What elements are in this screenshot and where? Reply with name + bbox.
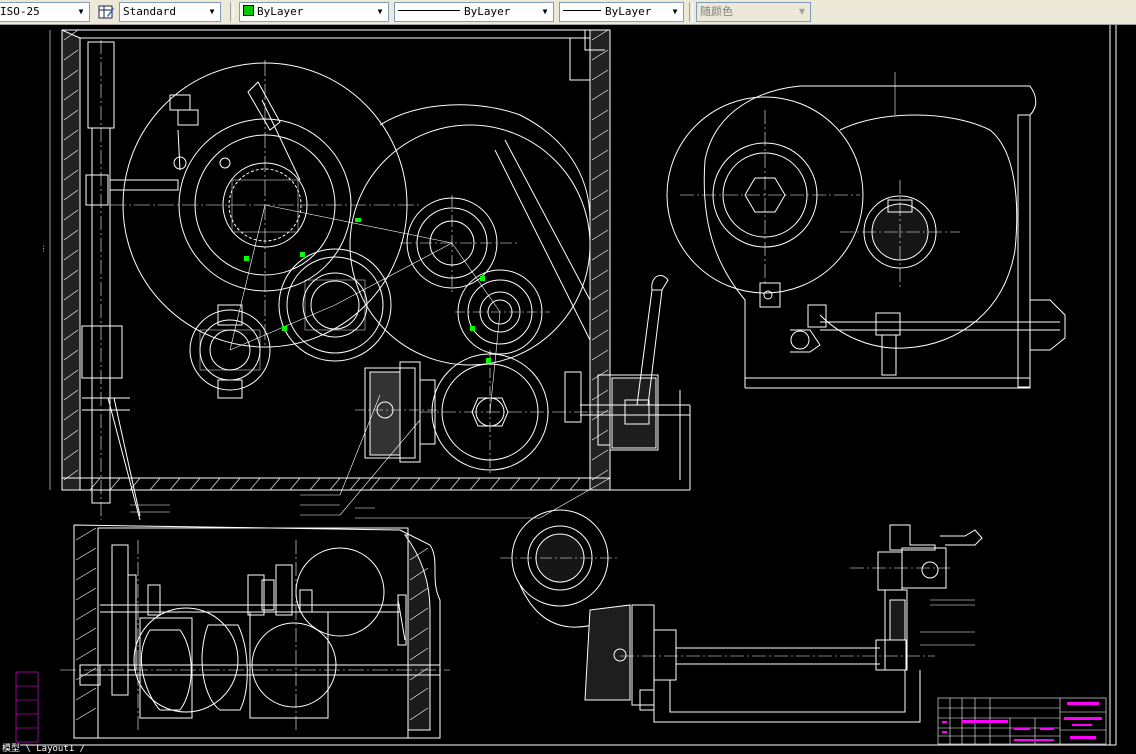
title-block — [937, 697, 1107, 745]
layout-tabs[interactable]: 模型 \ Layout1 / — [2, 741, 85, 754]
linetype-value: ByLayer — [464, 5, 511, 18]
lineweight-value: ByLayer — [605, 5, 652, 18]
linetype-combo[interactable]: ByLayer — [394, 2, 554, 22]
plot-style-value: 随颜色 — [700, 5, 733, 18]
table-style-combo[interactable]: Standard — [119, 2, 221, 22]
svg-text:…: … — [38, 245, 46, 252]
chevron-down-icon[interactable] — [372, 3, 388, 21]
lower-center-shaft-view — [500, 509, 935, 723]
chevron-down-icon[interactable] — [204, 3, 220, 21]
plot-style-combo[interactable]: 随颜色 — [696, 2, 811, 22]
chevron-down-icon[interactable] — [794, 3, 810, 21]
linetype-sample-icon — [398, 10, 460, 11]
layer-color-value: ByLayer — [257, 5, 304, 18]
toolbar-separator — [230, 2, 234, 22]
table-style-icon[interactable] — [96, 2, 116, 22]
drawing-canvas[interactable]: … — [0, 25, 1136, 754]
revision-block — [15, 671, 39, 743]
color-swatch-icon — [243, 5, 254, 16]
text-style-value: ISO-25 — [0, 5, 40, 18]
lower-left-section-view — [60, 524, 450, 739]
chevron-down-icon[interactable] — [73, 3, 89, 21]
layer-color-combo[interactable]: ByLayer — [239, 2, 389, 22]
toolbar-separator — [689, 2, 693, 22]
lineweight-combo[interactable]: ByLayer — [559, 2, 684, 22]
side-view-upper-right — [666, 72, 1066, 389]
lineweight-sample-icon — [563, 10, 601, 11]
main-gearbox-view: … — [38, 29, 691, 521]
chevron-down-icon[interactable] — [537, 3, 553, 21]
properties-toolbar: ISO-25 Standard ByLayer ByLayer ByLayer … — [0, 0, 1136, 25]
table-style-value: Standard — [123, 5, 176, 18]
text-style-combo[interactable]: ISO-25 — [0, 2, 90, 22]
chevron-down-icon[interactable] — [667, 3, 683, 21]
